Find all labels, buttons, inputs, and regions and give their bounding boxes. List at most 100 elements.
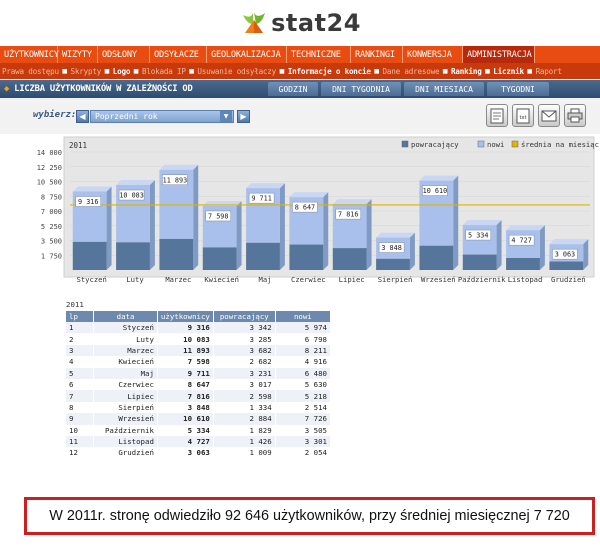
- nav-item-6[interactable]: RANKINGI: [351, 46, 403, 63]
- table-cell: 3 231: [213, 367, 276, 379]
- separator-icon: ■: [442, 67, 448, 75]
- tab-3[interactable]: TYGODNI: [487, 82, 549, 96]
- table-cell: Kwiecień: [93, 356, 158, 368]
- nav-item-8[interactable]: ADMINISTRACJA: [463, 46, 535, 63]
- value-label: 9 316: [78, 198, 98, 206]
- value-label: 3 848: [381, 244, 401, 252]
- bar-side: [496, 220, 502, 270]
- table-cell: 5: [66, 367, 95, 379]
- logo-mark-icon: [243, 12, 266, 33]
- table-cell: 1 334: [213, 401, 276, 414]
- bar-returning-3[interactable]: [202, 247, 237, 270]
- sub-nav-item-9[interactable]: Raport: [534, 67, 564, 76]
- value-label: 7 598: [208, 212, 228, 220]
- bar-returning-6[interactable]: [332, 248, 367, 270]
- sub-nav-item-0[interactable]: Prawa dostępu: [0, 67, 61, 76]
- separator-icon: ■: [188, 67, 195, 75]
- table-cell: 3: [66, 344, 95, 357]
- nav-item-4[interactable]: GEOLOKALIZACJA: [207, 46, 287, 63]
- document-icon: [490, 108, 504, 123]
- send-email-button[interactable]: [538, 104, 560, 127]
- table-cell: Lipiec: [93, 390, 158, 402]
- table-cell: 9 711: [157, 367, 214, 379]
- bar-returning-11[interactable]: [549, 261, 584, 270]
- nav-item-2[interactable]: ODSŁONY: [98, 46, 150, 63]
- bar-top: [159, 164, 199, 170]
- bar-returning-0[interactable]: [72, 241, 107, 270]
- table-cell: 6 480: [275, 367, 332, 379]
- bar-returning-10[interactable]: [506, 257, 540, 270]
- column-header[interactable]: data: [93, 311, 158, 322]
- bar-side: [323, 192, 329, 270]
- sub-nav-item-6[interactable]: Dane adresowe: [380, 67, 441, 76]
- tab-2[interactable]: DNI MIESIACA: [404, 82, 484, 96]
- period-select[interactable]: Poprzedni rok ▼: [90, 110, 234, 123]
- table-cell: Sierpień: [93, 401, 158, 414]
- nav-item-5[interactable]: TECHNICZNE: [287, 46, 351, 63]
- sub-nav-item-1[interactable]: Skrypty: [69, 67, 104, 76]
- chevron-down-icon: ▼: [220, 111, 232, 122]
- legend-swatch: [511, 140, 519, 148]
- nav-item-1[interactable]: WIZYTY: [58, 46, 98, 63]
- table-cell: 6 798: [275, 333, 332, 345]
- email-icon: [541, 110, 557, 121]
- bar-top: [506, 225, 545, 231]
- value-label: 8 647: [295, 204, 315, 212]
- arrow-left-icon: ◀: [79, 111, 86, 121]
- separator-icon: ■: [484, 67, 491, 75]
- sub-nav: Prawa dostępu ■ Skrypty ■ Logo ■ Blokada IP ■ Us…: [0, 63, 600, 79]
- table-row: 11 Listopad 4 727 1 426 3 301: [66, 435, 332, 448]
- column-header[interactable]: powracający: [213, 311, 276, 322]
- section-title: ◆ LICZBA UŻYTKOWNIKÓW W ZALEŻNOŚCI OD: [0, 84, 268, 94]
- export-text-button[interactable]: txt: [512, 104, 534, 127]
- table-cell: 5 218: [275, 390, 332, 402]
- value-label: 7 816: [338, 211, 358, 219]
- table-cell: 3 301: [275, 435, 332, 448]
- column-header[interactable]: użytkownicy: [157, 311, 214, 322]
- x-tick-label: Grudzień: [551, 275, 586, 284]
- bar-top: [462, 220, 502, 226]
- bar-returning-4[interactable]: [246, 242, 280, 270]
- sub-nav-item-8[interactable]: Licznik: [491, 67, 526, 76]
- tab-0[interactable]: GODZIN: [268, 82, 318, 96]
- bar-returning-2[interactable]: [159, 238, 194, 270]
- arrow-right-icon: ▶: [240, 111, 247, 121]
- x-tick-label: Maj: [259, 275, 272, 284]
- table-row: 2 Luty 10 083 3 285 6 798: [66, 333, 332, 345]
- column-header[interactable]: lp: [66, 311, 95, 322]
- legend-label: średnia na miesiąc: [521, 140, 599, 149]
- choose-label: wybierz:: [33, 110, 77, 120]
- table-cell: 7 598: [157, 356, 214, 368]
- sub-nav-item-2[interactable]: Logo: [111, 67, 133, 76]
- table-cell: 2 598: [213, 390, 276, 402]
- nav-item-0[interactable]: UŻYTKOWNICY: [0, 46, 59, 63]
- stat24-logo[interactable]: stat24: [239, 9, 361, 37]
- sub-nav-item-5[interactable]: Informacje o koncie: [286, 67, 373, 76]
- value-label: 11 893: [163, 176, 188, 184]
- bar-returning-9[interactable]: [462, 254, 497, 270]
- table-cell: 3 285: [213, 333, 276, 345]
- sub-nav-item-7[interactable]: Ranking: [449, 67, 484, 76]
- sub-nav-item-3[interactable]: Blokada IP: [140, 67, 188, 76]
- table-cell: 2 884: [213, 413, 276, 425]
- bar-returning-1[interactable]: [116, 242, 150, 270]
- tab-1[interactable]: DNI TYGODNIA: [321, 82, 401, 96]
- bar-returning-7[interactable]: [376, 258, 410, 270]
- table-cell: 1 829: [213, 424, 276, 436]
- next-period-button[interactable]: ▶: [237, 110, 250, 123]
- bar-returning-8[interactable]: [419, 245, 454, 270]
- print-button[interactable]: [564, 104, 586, 127]
- table-cell: 9: [66, 413, 95, 425]
- nav-item-7[interactable]: KONWERSJA: [403, 46, 463, 63]
- bar-top: [376, 232, 415, 238]
- legend-swatch: [477, 140, 485, 148]
- column-header[interactable]: nowi: [275, 311, 332, 322]
- export-document-button[interactable]: [486, 104, 508, 127]
- bar-returning-5[interactable]: [289, 244, 324, 270]
- sub-nav-item-4[interactable]: Usuwanie odsyłaczy: [195, 67, 278, 76]
- bar-top: [116, 180, 155, 186]
- previous-period-button[interactable]: ◀: [76, 110, 89, 123]
- x-tick-label: Listopad: [508, 275, 543, 284]
- table-cell: 8 647: [157, 378, 214, 391]
- nav-item-3[interactable]: ODSYŁACZE: [150, 46, 207, 63]
